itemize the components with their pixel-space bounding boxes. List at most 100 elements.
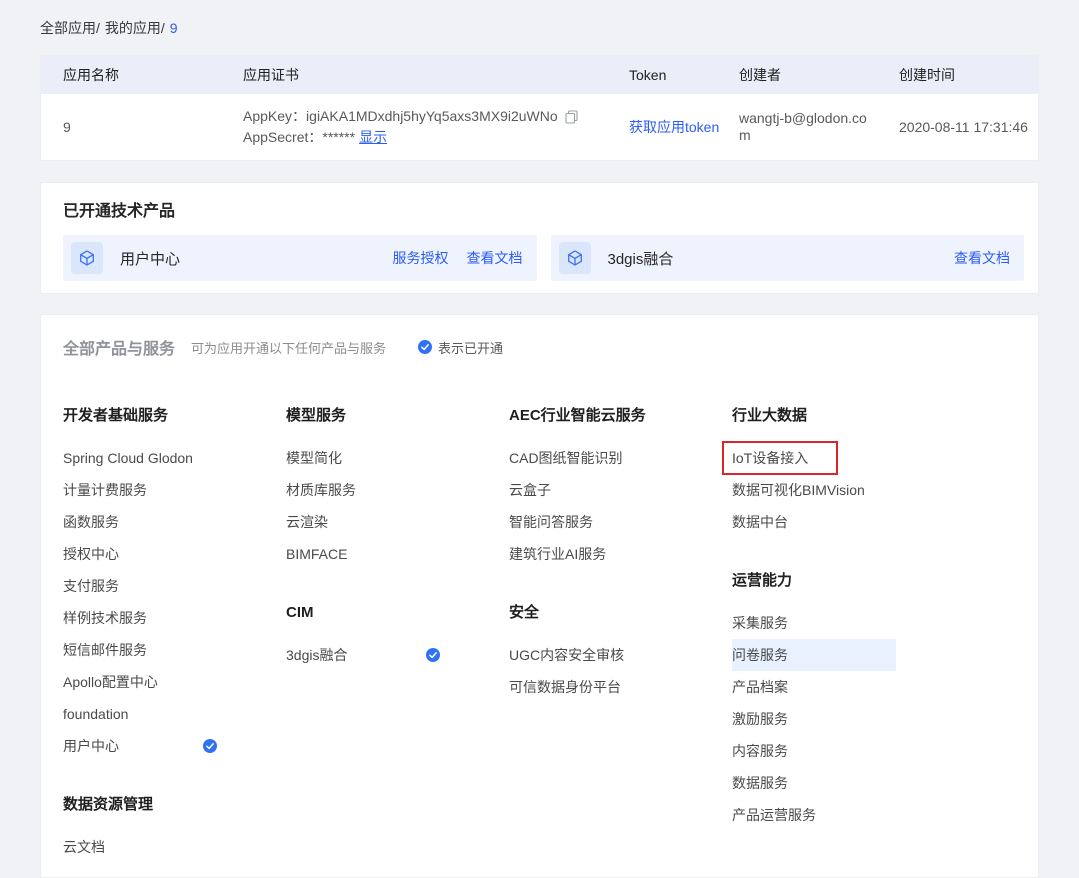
service-item[interactable]: 计量计费服务: [63, 474, 227, 506]
service-section-title: 数据资源管理: [63, 794, 286, 816]
service-items: 采集服务 问卷服务: [732, 607, 1016, 831]
col-header-app-name: 应用名称: [63, 65, 243, 85]
service-item[interactable]: 可信数据身份平台: [509, 671, 673, 703]
service-item-label: 计量计费服务: [63, 480, 147, 500]
service-item[interactable]: 建筑行业AI服务: [509, 538, 673, 570]
col-header-app-cert: 应用证书: [243, 65, 629, 85]
service-item-label: 产品运营服务: [732, 805, 816, 825]
service-sections: 行业大数据 IoT设备接入: [732, 405, 1016, 831]
product-item: 用户中心 服务授权查看文档: [63, 235, 537, 281]
activated-products-title: 已开通技术产品: [63, 197, 1024, 221]
breadcrumb-all-apps[interactable]: 全部应用/: [40, 18, 100, 38]
service-section-title: 安全: [509, 602, 732, 624]
service-section: CIM 3dgis融合: [286, 602, 509, 671]
service-items: 云文档: [63, 831, 286, 863]
service-section-title: AEC行业智能云服务: [509, 405, 732, 427]
service-item-label: 云文档: [63, 837, 105, 857]
service-item[interactable]: 问卷服务: [732, 639, 896, 671]
service-item[interactable]: Spring Cloud Glodon: [63, 442, 227, 474]
legend: 表示已开通: [418, 338, 503, 357]
service-item[interactable]: IoT设备接入: [732, 442, 896, 474]
service-item[interactable]: 数据服务: [732, 767, 896, 799]
get-token-link[interactable]: 获取应用token: [629, 119, 719, 135]
service-item[interactable]: 材质库服务: [286, 474, 450, 506]
service-item[interactable]: 短信邮件服务: [63, 634, 227, 666]
appsecret-mask: ******: [322, 127, 355, 148]
service-item[interactable]: 云渲染: [286, 506, 450, 538]
service-item-label: 材质库服务: [286, 480, 356, 500]
service-item[interactable]: Apollo配置中心: [63, 666, 227, 698]
product-item: 3dgis融合 查看文档: [551, 235, 1025, 281]
service-item[interactable]: 用户中心: [63, 730, 227, 762]
activated-check-icon: [426, 648, 440, 662]
service-column: AEC行业智能云服务 CAD图纸智能识别: [509, 373, 732, 863]
service-item[interactable]: 函数服务: [63, 506, 227, 538]
service-section: AEC行业智能云服务 CAD图纸智能识别: [509, 405, 732, 570]
service-item-label: 智能问答服务: [509, 512, 593, 532]
service-item[interactable]: 支付服务: [63, 570, 227, 602]
product-link[interactable]: 查看文档: [467, 248, 523, 268]
service-item-label: UGC内容安全审核: [509, 645, 624, 665]
activated-check-icon: [203, 739, 217, 753]
service-item[interactable]: 采集服务: [732, 607, 896, 639]
service-item-label: 云盒子: [509, 480, 551, 500]
service-item[interactable]: 模型简化: [286, 442, 450, 474]
service-items: CAD图纸智能识别 云盒子: [509, 442, 732, 570]
service-item-label: 激励服务: [732, 709, 788, 729]
product-links: 服务授权查看文档: [393, 248, 523, 268]
breadcrumb-my-apps[interactable]: 我的应用/: [105, 18, 165, 38]
service-item[interactable]: 样例技术服务: [63, 602, 227, 634]
service-item-label: CAD图纸智能识别: [509, 448, 623, 468]
show-secret-link[interactable]: 显示: [359, 127, 387, 148]
service-column: 行业大数据 IoT设备接入: [732, 373, 1016, 863]
service-sections: 模型服务 模型简化: [286, 405, 509, 671]
service-item[interactable]: 云文档: [63, 831, 227, 863]
col-header-creator: 创建者: [739, 65, 899, 85]
appkey-value: igiAKA1MDxdhj5hyYq5axs3MX9i2uWNo: [306, 106, 558, 127]
service-section: 开发者基础服务 Spring Cloud Glodon: [63, 405, 286, 762]
service-item-label: 云渲染: [286, 512, 328, 532]
service-column: 模型服务 模型简化: [286, 373, 509, 863]
product-link[interactable]: 查看文档: [954, 248, 1010, 268]
service-item-label: 模型简化: [286, 448, 342, 468]
service-item[interactable]: CAD图纸智能识别: [509, 442, 673, 474]
service-item-label: BIMFACE: [286, 546, 347, 562]
service-item-label: 建筑行业AI服务: [509, 544, 606, 564]
service-item-label: Apollo配置中心: [63, 672, 158, 692]
service-item-label: 数据中台: [732, 512, 788, 532]
service-item-label: 授权中心: [63, 544, 119, 564]
service-item[interactable]: 产品档案: [732, 671, 896, 703]
service-item[interactable]: 云盒子: [509, 474, 673, 506]
product-link[interactable]: 服务授权: [393, 248, 449, 268]
service-item[interactable]: 内容服务: [732, 735, 896, 767]
service-item[interactable]: 产品运营服务: [732, 799, 896, 831]
service-item[interactable]: 智能问答服务: [509, 506, 673, 538]
service-item[interactable]: BIMFACE: [286, 538, 450, 570]
service-section-title: 行业大数据: [732, 405, 1016, 427]
service-item-label: 采集服务: [732, 613, 788, 633]
service-item[interactable]: 3dgis融合: [286, 639, 450, 671]
service-item[interactable]: 数据可视化BIMVision: [732, 474, 896, 506]
service-item-label: 数据服务: [732, 773, 788, 793]
service-items: Spring Cloud Glodon 计量计费服务: [63, 442, 286, 762]
service-sections: AEC行业智能云服务 CAD图纸智能识别: [509, 405, 732, 703]
app-name: 9: [63, 119, 243, 135]
service-item-label: 产品档案: [732, 677, 788, 697]
service-item[interactable]: 数据中台: [732, 506, 896, 538]
service-items: 模型简化 材质库服务: [286, 442, 509, 570]
copy-icon[interactable]: [565, 110, 578, 124]
service-item[interactable]: UGC内容安全审核: [509, 639, 673, 671]
breadcrumb: 全部应用/ 我的应用/ 9: [40, 18, 1039, 38]
service-item[interactable]: foundation: [63, 698, 227, 730]
service-section: 运营能力 采集服务: [732, 570, 1016, 831]
created-at-cell: 2020-08-11 17:31:46: [899, 119, 1038, 135]
service-item[interactable]: 授权中心: [63, 538, 227, 570]
table-row: 9 AppKey：igiAKA1MDxdhj5hyYq5axs3MX9i2uWN…: [41, 94, 1038, 160]
service-section: 行业大数据 IoT设备接入: [732, 405, 1016, 538]
service-column: 开发者基础服务 Spring Cloud Glodon: [63, 373, 286, 863]
service-item-label: 可信数据身份平台: [509, 677, 621, 697]
service-item[interactable]: 激励服务: [732, 703, 896, 735]
service-item-label: 样例技术服务: [63, 608, 147, 628]
product-name: 3dgis融合: [608, 248, 955, 269]
table-header: 应用名称 应用证书 Token 创建者 创建时间: [41, 56, 1038, 94]
